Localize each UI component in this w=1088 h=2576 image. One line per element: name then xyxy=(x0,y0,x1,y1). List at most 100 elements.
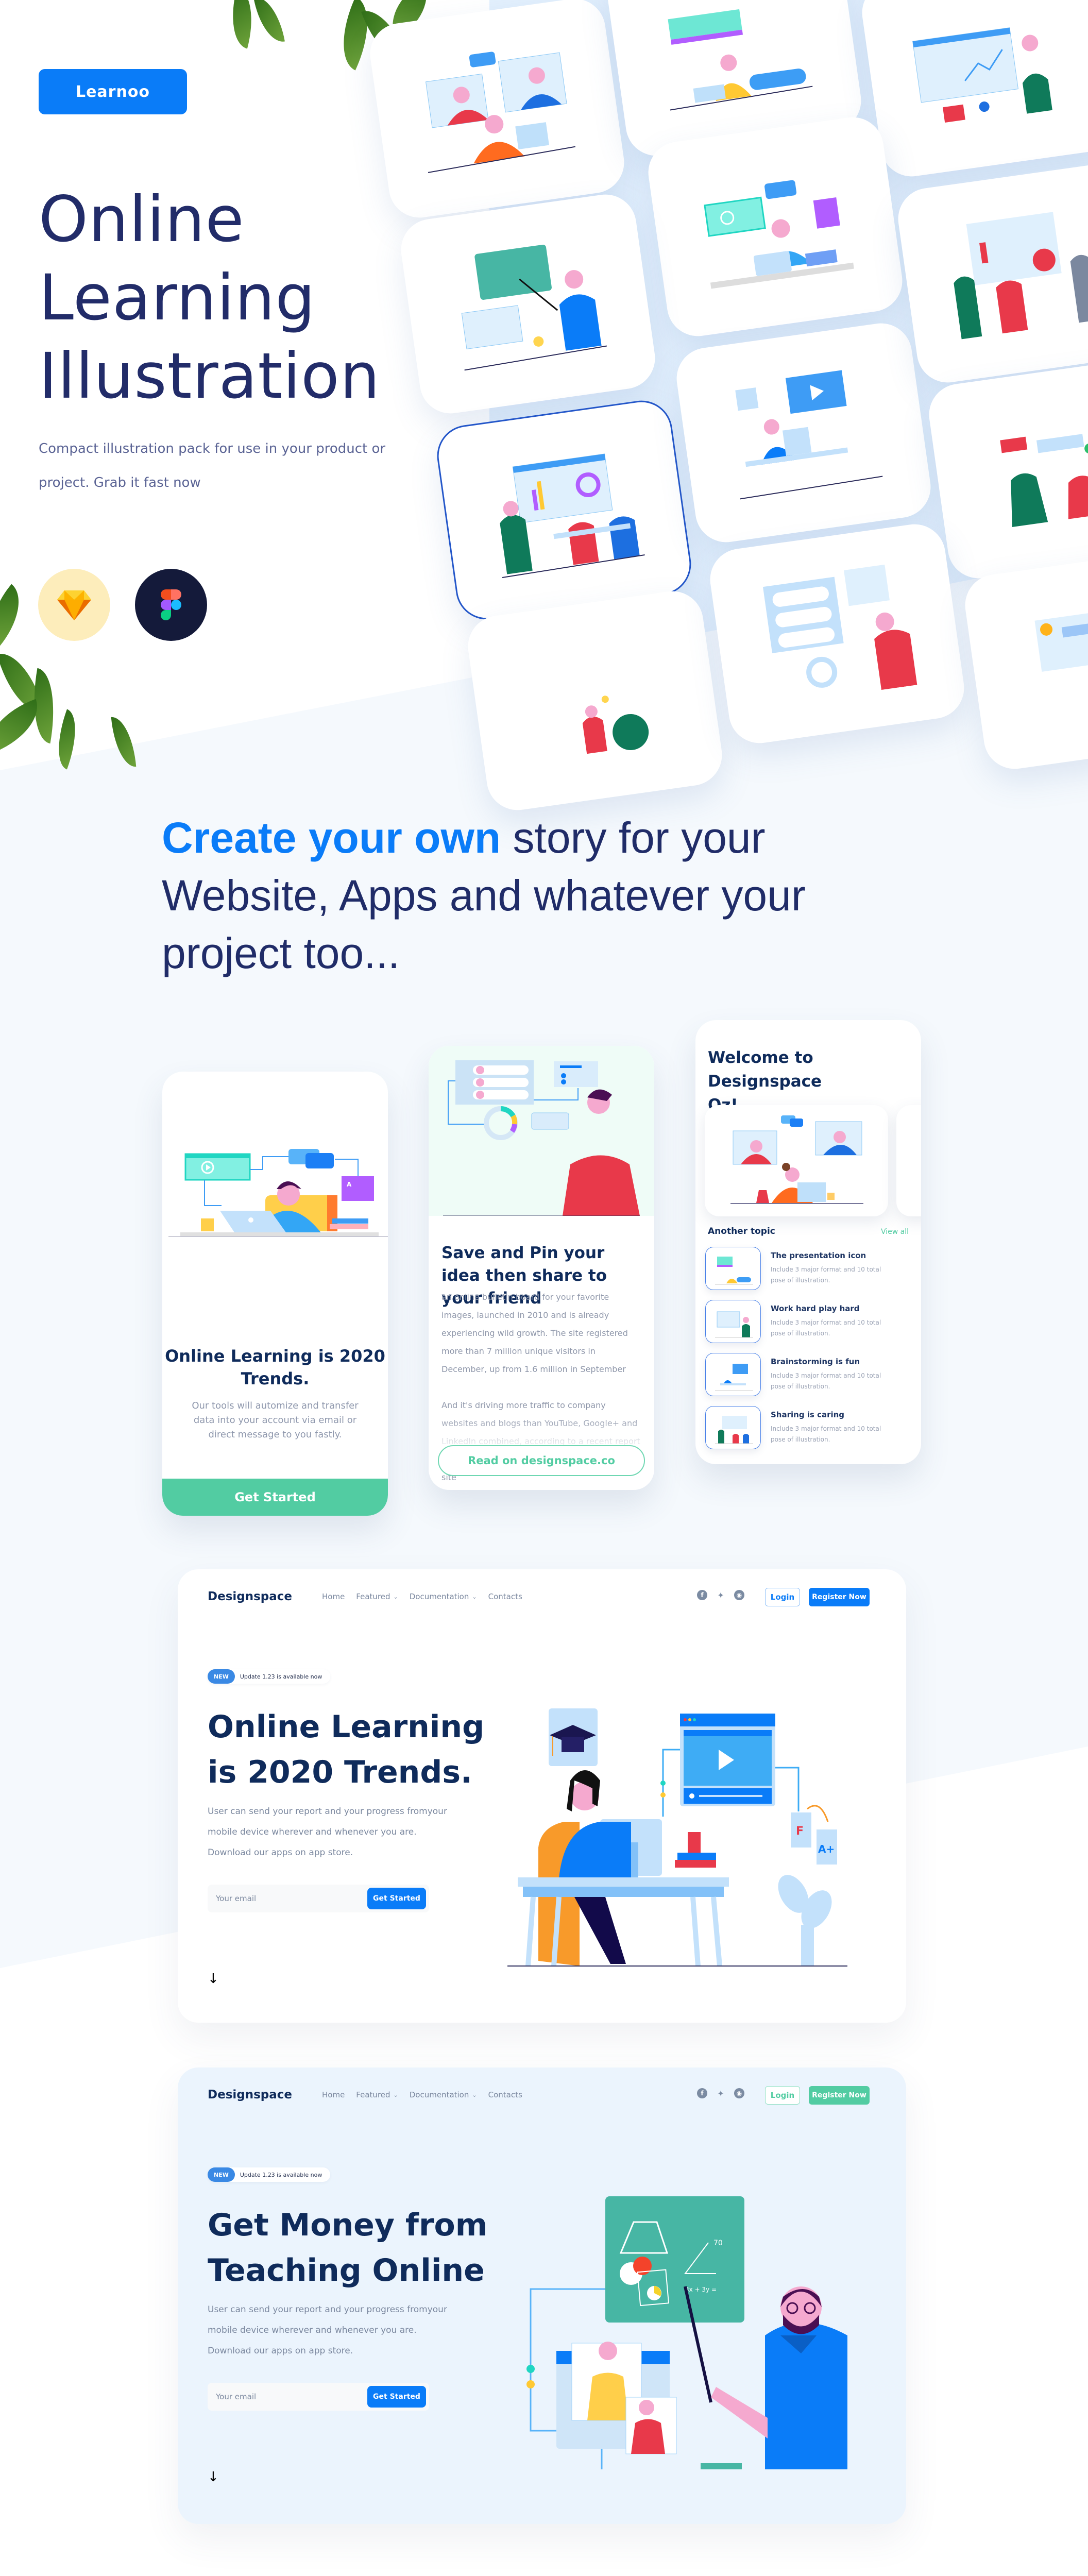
site-hero-text: User can send your report and your progr… xyxy=(208,1806,447,1858)
thumbnail-team-running[interactable] xyxy=(925,355,1088,583)
twitter-icon[interactable]: ✦ xyxy=(716,2088,726,2098)
topic-thumbnail xyxy=(705,1300,761,1343)
nav-link-contacts[interactable]: Contacts xyxy=(488,2090,522,2099)
github-icon[interactable]: ◉ xyxy=(734,1590,744,1600)
sketch-icon[interactable] xyxy=(38,569,110,641)
topic-thumbnail xyxy=(705,1353,761,1396)
chevron-down-icon: ⌄ xyxy=(393,1593,398,1600)
thumbnail-video-call[interactable] xyxy=(366,0,628,222)
update-badge[interactable]: NEW Update 1.23 is available now xyxy=(208,1669,331,1684)
nav-link-documentation[interactable]: Documentation ⌄ xyxy=(410,2090,477,2099)
login-button[interactable]: Login xyxy=(765,1588,800,1606)
social-links: f ✦ ◉ xyxy=(697,1590,744,1600)
site-hero-title: Get Money from Teaching Online xyxy=(208,2207,488,2289)
get-started-button[interactable]: Get Started xyxy=(162,1479,388,1516)
website-mockup-online-learning: Designspace Home Featured ⌄ Documentation… xyxy=(178,1569,906,2023)
thumbnail-student-globe[interactable] xyxy=(464,587,726,815)
scroll-down-arrow-icon[interactable]: ↓ xyxy=(208,1971,219,1987)
site-nav: Home Featured ⌄ Documentation ⌄ Contacts xyxy=(322,2090,522,2099)
site-logo[interactable]: Designspace xyxy=(208,2088,292,2102)
facebook-icon[interactable]: f xyxy=(697,1590,707,1600)
topic-item[interactable]: Brainstorming is fun Include 3 major for… xyxy=(705,1353,911,1397)
topic-description: Include 3 major format and 10 total pose… xyxy=(771,1372,881,1390)
chevron-down-icon: ⌄ xyxy=(393,2091,398,2098)
new-tag: NEW xyxy=(208,1669,235,1684)
chevron-down-icon: ⌄ xyxy=(472,1593,477,1600)
nav-link-home[interactable]: Home xyxy=(322,2090,345,2099)
email-signup-form: Get Started xyxy=(208,2383,429,2411)
nav-link-featured[interactable]: Featured ⌄ xyxy=(356,1592,398,1601)
nav-link-documentation[interactable]: Documentation ⌄ xyxy=(410,1592,477,1601)
mobile-card-article: Save and Pin your idea then share to you… xyxy=(429,1046,654,1490)
get-started-button[interactable]: Get Started xyxy=(367,2386,426,2408)
topic-thumbnail xyxy=(705,1247,761,1290)
site-logo[interactable]: Designspace xyxy=(208,1590,292,1603)
facebook-icon[interactable]: f xyxy=(697,2088,707,2098)
student-desk-illustration: A xyxy=(168,1149,388,1236)
card-description: Our tools will automize and transfer dat… xyxy=(192,1400,359,1440)
thumbnail-profile-checklist[interactable] xyxy=(706,520,968,748)
chevron-down-icon: ⌄ xyxy=(472,2091,477,2098)
update-message: Update 1.23 is available now xyxy=(240,1673,322,1680)
article-illustration xyxy=(429,1046,654,1216)
thumbnail-student-desk[interactable] xyxy=(644,113,907,341)
get-started-button[interactable]: Get Started xyxy=(367,1888,426,1909)
email-input[interactable] xyxy=(208,1885,362,1912)
thumbnail-student-video[interactable] xyxy=(672,319,935,547)
nav-link-contacts[interactable]: Contacts xyxy=(488,1592,522,1601)
figma-icon[interactable] xyxy=(135,569,207,641)
read-more-button[interactable]: Read on designspace.co xyxy=(438,1445,645,1476)
new-tag: NEW xyxy=(208,2167,235,2182)
mobile-card-onboarding: A Online Learning is 2020 Trends. Our to… xyxy=(162,1072,388,1516)
topic-title: Work hard play hard xyxy=(771,1304,860,1313)
site-hero-title: Online Learning is 2020 Trends. xyxy=(208,1709,485,1790)
mobile-card-welcome: Welcome to Designspace Oz! Another topic… xyxy=(695,1020,921,1464)
topic-title: Brainstorming is fun xyxy=(771,1357,860,1366)
topic-item[interactable]: Sharing is caring Include 3 major format… xyxy=(705,1406,911,1450)
thumbnail-team-presentation-selected[interactable] xyxy=(433,396,695,624)
github-icon[interactable]: ◉ xyxy=(734,2088,744,2098)
next-illustration-card[interactable] xyxy=(896,1105,921,1216)
topic-item[interactable]: The presentation icon Include 3 major fo… xyxy=(705,1247,911,1291)
topic-description: Include 3 major format and 10 total pose… xyxy=(771,1266,881,1284)
hero-title: Online Learning Illustration xyxy=(39,183,381,413)
email-input[interactable] xyxy=(208,2383,362,2411)
svg-text:70: 70 xyxy=(713,2239,723,2247)
thumbnail-teacher-dashboard[interactable] xyxy=(858,0,1088,181)
nav-link-featured[interactable]: Featured ⌄ xyxy=(356,2090,398,2099)
site-hero-text: User can send your report and your progr… xyxy=(208,2304,447,2356)
section-title: Another topic xyxy=(708,1226,775,1236)
scroll-down-arrow-icon[interactable]: ↓ xyxy=(208,2469,219,2485)
card-paragraph: an online bulletin board for your favori… xyxy=(441,1292,628,1374)
svg-text:F: F xyxy=(796,1825,804,1838)
svg-text:3x + 3y =: 3x + 3y = xyxy=(685,2286,717,2293)
email-signup-form: Get Started xyxy=(208,1885,429,1912)
teacher-chalkboard-illustration: 70 3x + 3y = $ $ xyxy=(526,2196,847,2469)
thumbnail-math-teacher[interactable] xyxy=(397,190,659,418)
brand-badge[interactable]: Learnoo xyxy=(39,69,187,114)
website-mockup-teaching-online: Designspace Home Featured ⌄ Documentation… xyxy=(178,2067,906,2524)
login-button[interactable]: Login xyxy=(765,2086,800,2105)
update-message: Update 1.23 is available now xyxy=(240,2171,322,2178)
topic-description: Include 3 major format and 10 total pose… xyxy=(771,1425,881,1443)
hero-subtitle: Compact illustration pack for use in you… xyxy=(39,441,386,490)
topic-title: Sharing is caring xyxy=(771,1410,845,1419)
nav-link-home[interactable]: Home xyxy=(322,1592,345,1601)
register-button[interactable]: Register Now xyxy=(809,1588,870,1606)
student-video-lesson-illustration: F A+ xyxy=(507,1708,847,1967)
topic-title: The presentation icon xyxy=(771,1251,866,1260)
twitter-icon[interactable]: ✦ xyxy=(716,1590,726,1600)
register-button[interactable]: Register Now xyxy=(809,2086,870,2105)
update-badge[interactable]: NEW Update 1.23 is available now xyxy=(208,2167,331,2182)
topic-thumbnail xyxy=(705,1406,761,1449)
story-heading-accent: Create your own xyxy=(162,814,501,862)
featured-illustration-card[interactable] xyxy=(705,1105,888,1216)
thumbnail-team-analytics[interactable] xyxy=(894,159,1088,387)
another-topic-header: Another topic View all xyxy=(708,1226,909,1236)
card-title: Online Learning is 2020 Trends. xyxy=(165,1346,385,1388)
svg-text:A+: A+ xyxy=(818,1843,835,1855)
site-nav: Home Featured ⌄ Documentation ⌄ Contacts xyxy=(322,1592,522,1601)
topic-item[interactable]: Work hard play hard Include 3 major form… xyxy=(705,1300,911,1344)
story-heading: Create your own story for your Website, … xyxy=(162,809,831,982)
view-all-link[interactable]: View all xyxy=(881,1228,909,1236)
